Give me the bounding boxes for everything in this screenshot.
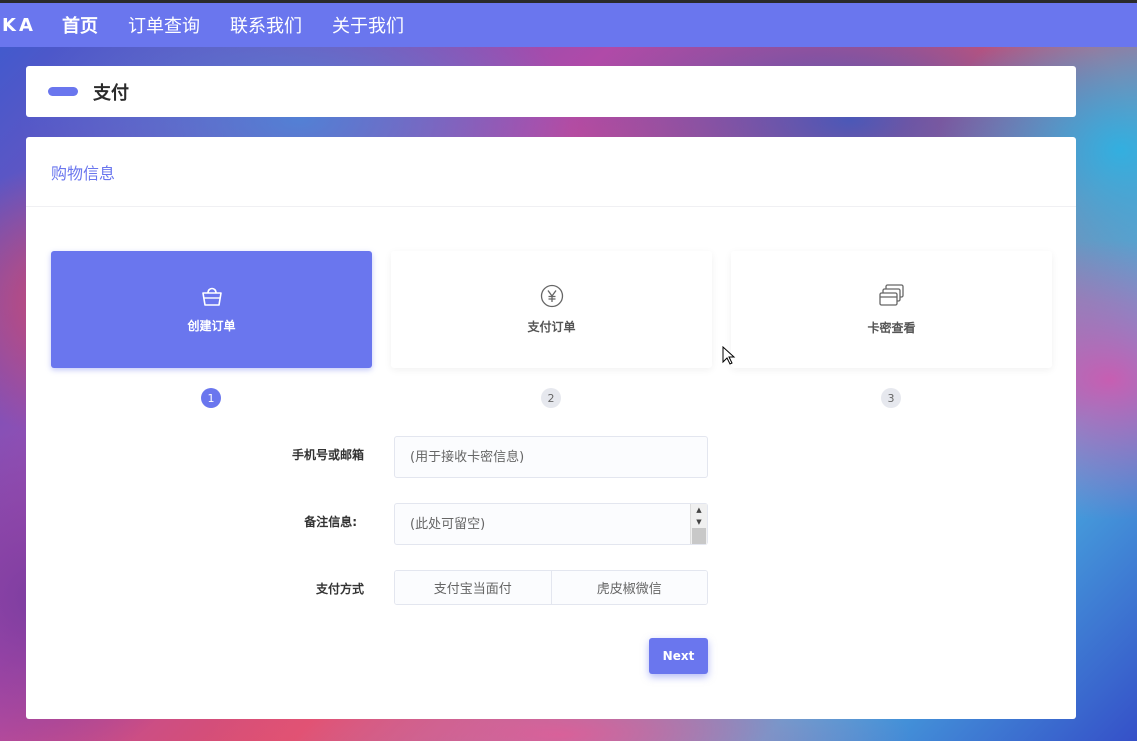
next-button[interactable]: Next <box>649 638 708 674</box>
yen-circle-icon <box>540 284 563 308</box>
payment-label: 支付方式 <box>315 582 364 596</box>
payment-option-wechat[interactable]: 虎皮椒微信 <box>550 571 707 604</box>
contact-input[interactable] <box>394 436 708 478</box>
section-heading: 购物信息 <box>26 137 1076 207</box>
note-scrollbar[interactable]: ▲ ▼ <box>690 504 707 544</box>
nav-item-about[interactable]: 关于我们 <box>332 12 404 38</box>
step-create-order[interactable]: 创建订单 <box>51 251 372 368</box>
step-number: 3 <box>881 388 901 408</box>
page-title-card: 支付 <box>26 66 1076 117</box>
note-input[interactable] <box>394 503 708 545</box>
note-label: 备注信息: <box>304 515 357 529</box>
nav-item-order-query[interactable]: 订单查询 <box>128 12 200 38</box>
step-view-card[interactable]: 卡密查看 <box>731 251 1052 368</box>
step-label: 支付订单 <box>527 320 576 334</box>
brand-logo[interactable]: KA <box>2 15 62 36</box>
step-number: 1 <box>201 388 221 408</box>
navbar: KA 首页 订单查询 联系我们 关于我们 <box>0 3 1137 47</box>
step-label: 卡密查看 <box>867 321 916 335</box>
scroll-down-icon[interactable]: ▼ <box>691 516 707 528</box>
step-pay-order[interactable]: 支付订单 <box>391 251 712 368</box>
shopping-bag-icon <box>201 287 222 306</box>
step-label: 创建订单 <box>187 319 236 333</box>
title-accent-pill <box>48 87 78 96</box>
nav-item-home[interactable]: 首页 <box>62 12 98 38</box>
checkout-card: 购物信息 创建订单 支付订单 卡密查看 1 2 3 手机号或邮箱 备注信息: ▲ <box>26 137 1076 719</box>
contact-label: 手机号或邮箱 <box>291 448 364 462</box>
payment-method-group: 支付宝当面付 虎皮椒微信 <box>394 570 708 605</box>
page-title: 支付 <box>93 82 129 104</box>
scroll-up-icon[interactable]: ▲ <box>691 504 707 516</box>
step-number: 2 <box>541 388 561 408</box>
mouse-cursor-icon <box>722 346 736 365</box>
payment-option-alipay[interactable]: 支付宝当面付 <box>395 571 551 604</box>
cards-icon <box>878 284 904 306</box>
resize-handle[interactable] <box>692 528 706 544</box>
nav-item-contact[interactable]: 联系我们 <box>230 12 302 38</box>
